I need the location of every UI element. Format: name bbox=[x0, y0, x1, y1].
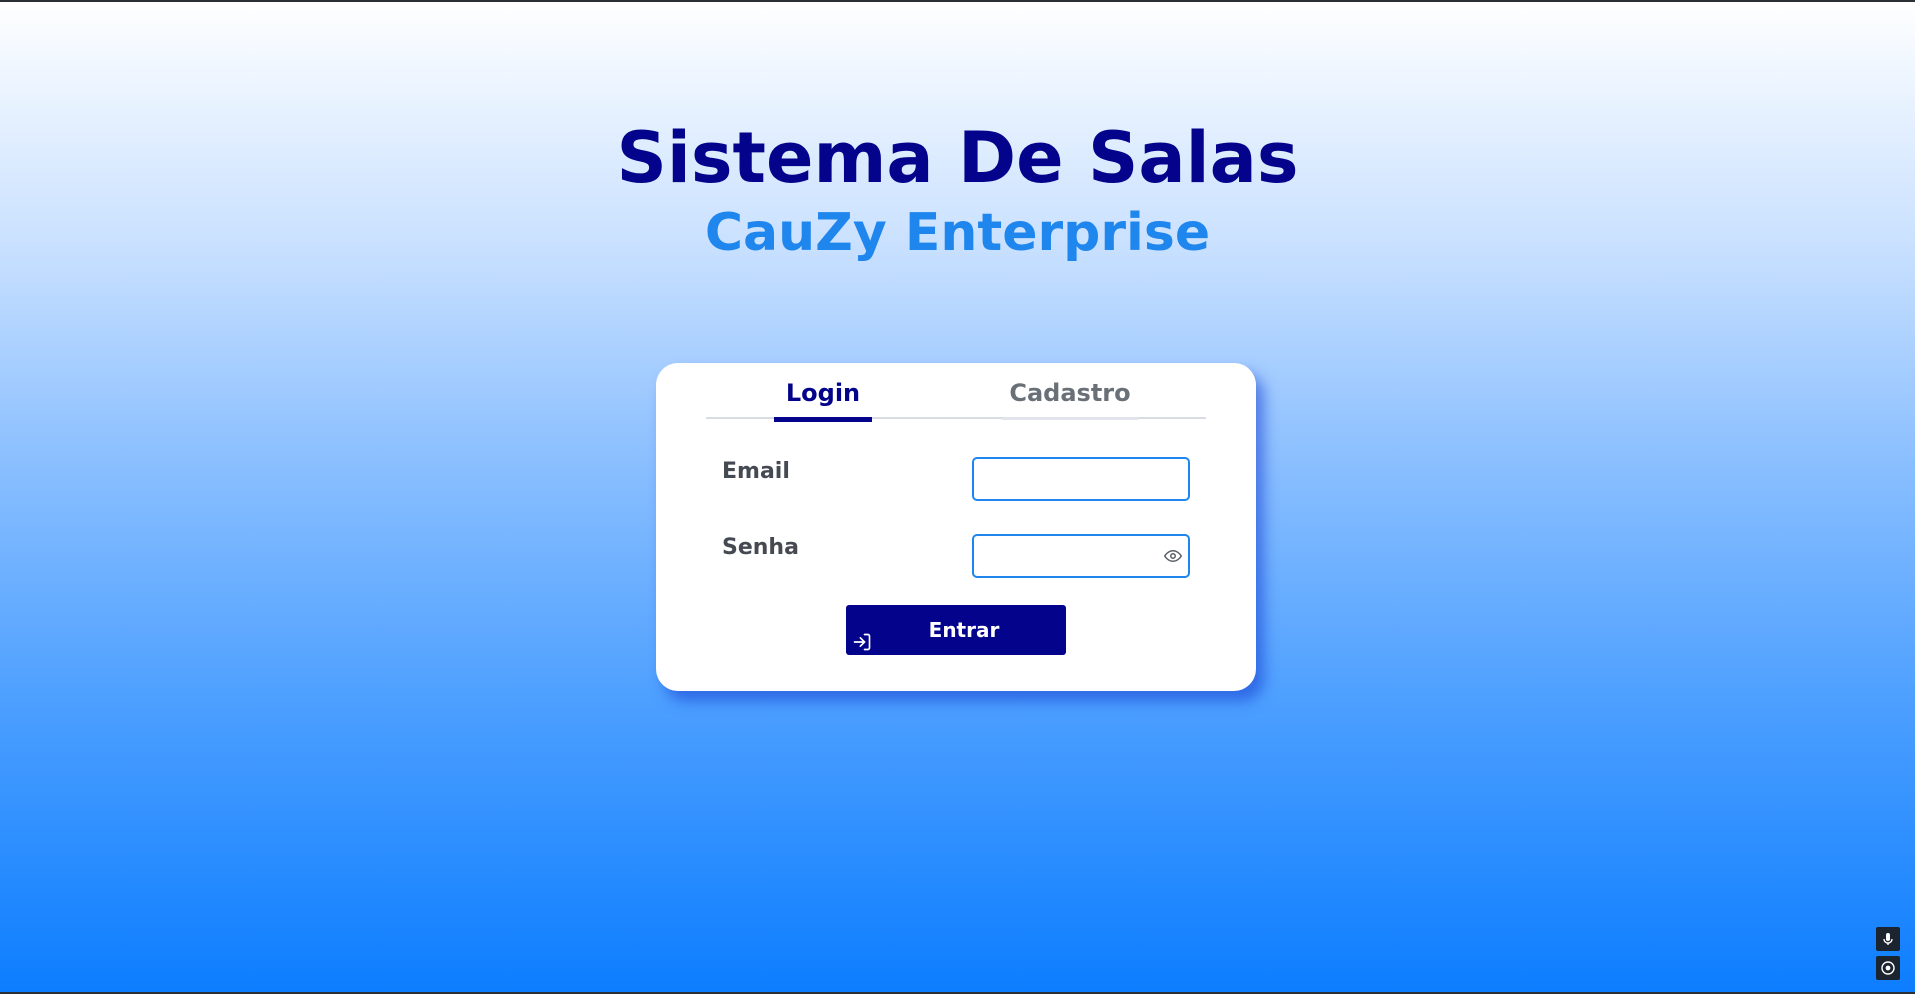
page-title: Sistema De Salas bbox=[616, 117, 1299, 199]
page-subtitle: CauZy Enterprise bbox=[704, 203, 1211, 263]
auth-tabs: Login Cadastro bbox=[706, 377, 1206, 422]
email-field[interactable] bbox=[972, 457, 1190, 501]
eye-icon[interactable] bbox=[1163, 547, 1183, 565]
page-header: Sistema De Salas CauZy Enterprise bbox=[0, 114, 1915, 264]
microphone-icon bbox=[1883, 933, 1893, 945]
login-arrow-icon bbox=[852, 620, 872, 651]
email-label: Email bbox=[722, 459, 790, 484]
tab-cadastro[interactable]: Cadastro bbox=[1002, 377, 1138, 420]
password-field[interactable] bbox=[972, 534, 1190, 578]
tab-login[interactable]: Login bbox=[774, 377, 872, 422]
submit-button[interactable]: Entrar bbox=[846, 605, 1066, 655]
target-button[interactable] bbox=[1876, 956, 1900, 980]
microphone-button[interactable] bbox=[1876, 927, 1900, 951]
password-label: Senha bbox=[722, 535, 799, 560]
submit-button-label: Entrar bbox=[928, 618, 1000, 642]
target-icon bbox=[1881, 961, 1895, 975]
login-card: Login Cadastro Email Senha Entrar bbox=[656, 363, 1256, 691]
